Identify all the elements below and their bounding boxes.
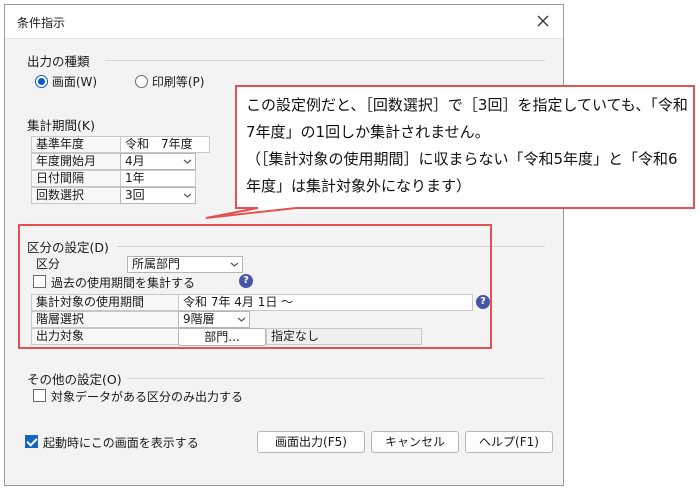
callout-text: この設定例だと、［回数選択］で［3回］を指定していても、「令和7年度」の1回しか… <box>246 96 688 195</box>
callout-bubble <box>205 85 695 219</box>
